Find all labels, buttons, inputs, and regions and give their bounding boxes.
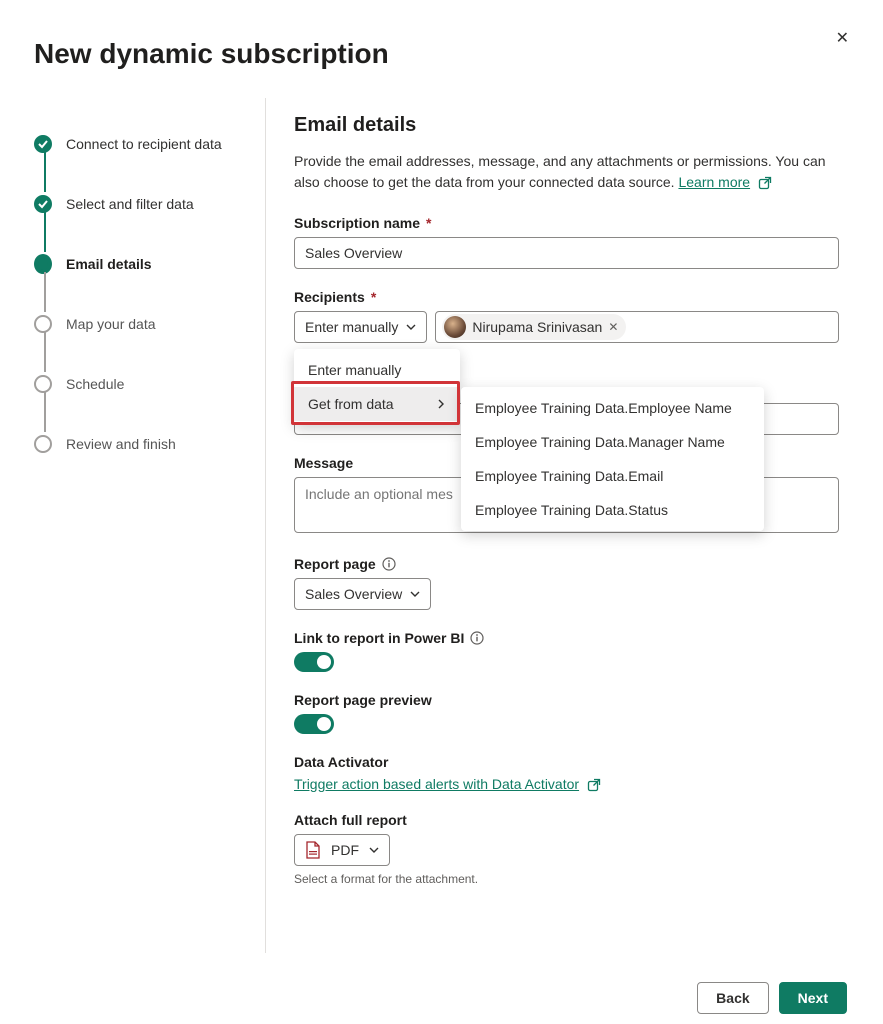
step-connect-data[interactable]: Connect to recipient data (66, 136, 222, 152)
step-email-details[interactable]: Email details (66, 256, 152, 272)
pending-step-icon (34, 375, 52, 393)
info-icon[interactable] (470, 631, 484, 645)
recipient-chip-name: Nirupama Srinivasan (472, 319, 602, 335)
submenu-item[interactable]: Employee Training Data.Email (461, 459, 764, 493)
external-link-icon (758, 176, 772, 190)
attach-full-report-label: Attach full report (294, 812, 839, 828)
step-review-finish[interactable]: Review and finish (66, 436, 176, 452)
recipient-chip[interactable]: Nirupama Srinivasan ✕ (442, 314, 626, 340)
submenu-item[interactable]: Employee Training Data.Manager Name (461, 425, 764, 459)
step-schedule[interactable]: Schedule (66, 376, 124, 392)
report-page-dropdown[interactable]: Sales Overview (294, 578, 431, 610)
pending-step-icon (34, 435, 52, 453)
attach-format-hint: Select a format for the attachment. (294, 872, 839, 886)
subscription-name-input[interactable] (294, 237, 839, 269)
page-title: New dynamic subscription (0, 0, 883, 70)
attach-format-dropdown[interactable]: PDF (294, 834, 390, 866)
report-page-preview-label: Report page preview (294, 692, 839, 708)
current-step-icon (34, 254, 52, 274)
chevron-down-icon (369, 842, 379, 858)
get-from-data-submenu: Employee Training Data.Employee Name Emp… (461, 387, 764, 531)
close-button[interactable]: ✕ (836, 28, 849, 48)
check-icon (34, 135, 52, 153)
check-icon (34, 195, 52, 213)
main-panel: Email details Provide the email addresse… (265, 98, 883, 953)
step-select-filter[interactable]: Select and filter data (66, 196, 194, 212)
submenu-item[interactable]: Employee Training Data.Status (461, 493, 764, 527)
link-to-report-label: Link to report in Power BI (294, 630, 839, 646)
submenu-item[interactable]: Employee Training Data.Employee Name (461, 391, 764, 425)
learn-more-link[interactable]: Learn more (678, 174, 750, 190)
menu-item-enter-manually[interactable]: Enter manually (294, 353, 460, 387)
recipients-mode-dropdown[interactable]: Enter manually (294, 311, 427, 343)
chevron-down-icon (406, 319, 416, 335)
recipients-mode-menu: Enter manually Get from data (294, 349, 460, 425)
external-link-icon (587, 778, 601, 792)
pdf-icon (305, 841, 321, 859)
remove-chip-button[interactable]: ✕ (608, 320, 618, 334)
wizard-stepper: Connect to recipient data Select and fil… (0, 98, 265, 953)
section-title: Email details (294, 114, 839, 137)
recipients-label: Recipients* (294, 289, 839, 305)
next-button[interactable]: Next (779, 982, 847, 1014)
data-activator-link[interactable]: Trigger action based alerts with Data Ac… (294, 776, 579, 792)
report-page-preview-toggle[interactable] (294, 714, 334, 734)
link-to-report-toggle[interactable] (294, 652, 334, 672)
subscription-name-label: Subscription name* (294, 215, 839, 231)
footer: Back Next (0, 982, 883, 1024)
report-page-label: Report page (294, 556, 839, 572)
chevron-down-icon (410, 586, 420, 602)
chevron-right-icon (436, 396, 446, 412)
info-icon[interactable] (382, 557, 396, 571)
data-activator-label: Data Activator (294, 754, 839, 770)
pending-step-icon (34, 315, 52, 333)
step-map-data[interactable]: Map your data (66, 316, 156, 332)
recipients-people-input[interactable]: Nirupama Srinivasan ✕ (435, 311, 839, 343)
menu-item-get-from-data[interactable]: Get from data (294, 387, 460, 421)
avatar (444, 316, 466, 338)
section-description: Provide the email addresses, message, an… (294, 151, 839, 193)
back-button[interactable]: Back (697, 982, 768, 1014)
